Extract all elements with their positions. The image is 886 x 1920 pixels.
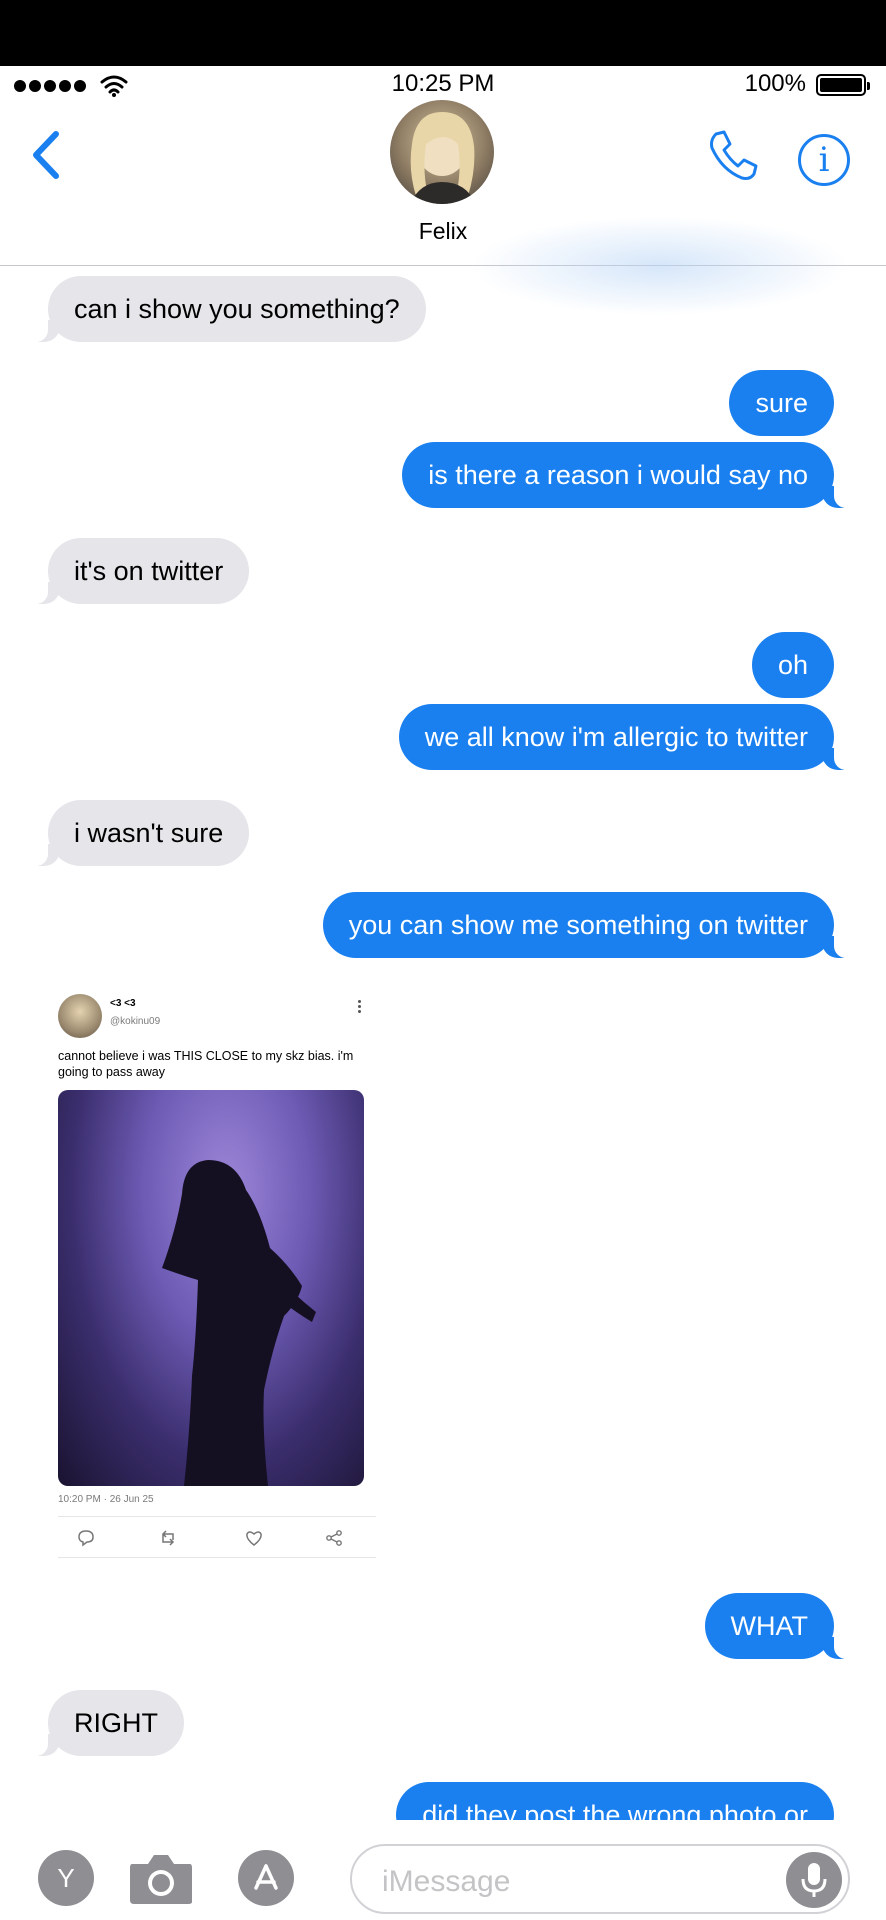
app-button[interactable]: Y — [38, 1850, 94, 1906]
retweet-icon[interactable] — [158, 1528, 178, 1548]
tweet-timestamp: 10:20 PM · 26 Jun 25 — [58, 1494, 154, 1505]
info-icon[interactable]: i — [798, 134, 850, 186]
avatar-photo — [410, 112, 476, 204]
message-bubble-outgoing[interactable]: WHAT — [704, 1593, 857, 1659]
phone-icon[interactable] — [704, 128, 760, 184]
share-icon[interactable] — [324, 1528, 344, 1548]
battery-icon — [816, 74, 870, 96]
message-bubble-outgoing[interactable]: is there a reason i would say no — [402, 442, 856, 508]
message-bubble-outgoing[interactable]: sure — [729, 370, 834, 436]
microphone-icon[interactable] — [786, 1852, 842, 1908]
microphone-glyph — [801, 1863, 827, 1897]
concert-silhouette-image — [162, 1160, 316, 1486]
imessage-placeholder: iMessage — [382, 1865, 511, 1898]
status-bar: 10:25 PM 100% — [0, 66, 886, 102]
camera-icon[interactable] — [128, 1850, 194, 1906]
tweet-avatar — [58, 994, 102, 1038]
message-bubble-outgoing[interactable]: we all know i'm allergic to twitter — [398, 704, 857, 770]
like-icon[interactable] — [244, 1528, 264, 1548]
more-options-icon — [358, 1000, 362, 1013]
tweet-text: cannot believe i was THIS CLOSE to my sk… — [58, 1049, 354, 1080]
contact-avatar[interactable] — [390, 100, 494, 204]
contact-name[interactable]: Felix — [0, 218, 886, 245]
reply-icon[interactable] — [76, 1528, 96, 1548]
tweet-actions-bar — [58, 1516, 376, 1558]
message-input-bar: Y iMessage — [0, 1820, 886, 1920]
battery-percentage: 100% — [744, 70, 806, 97]
message-bubble-incoming[interactable]: i wasn't sure — [25, 800, 250, 866]
imessage-field[interactable]: iMessage — [350, 1844, 850, 1914]
battery-fill — [820, 78, 862, 92]
app-store-glyph — [254, 1864, 278, 1890]
message-bubble-outgoing[interactable]: oh — [751, 632, 834, 698]
message-bubble-incoming[interactable]: RIGHT — [26, 1690, 184, 1756]
tweet-display-name: <3 <3 — [110, 998, 136, 1009]
tweet-screenshot[interactable]: <3 <3 @kokinu09 cannot believe i was THI… — [46, 982, 376, 1562]
tweet-photo — [58, 1090, 364, 1486]
top-black-bar — [0, 0, 886, 66]
tweet-handle: @kokinu09 — [110, 1016, 161, 1027]
message-bubble-incoming[interactable]: can i show you something? — [26, 276, 426, 342]
chevron-left-icon[interactable] — [26, 128, 66, 182]
app-store-icon[interactable] — [238, 1850, 294, 1906]
message-bubble-outgoing[interactable]: you can show me something on twitter — [322, 892, 857, 958]
message-bubble-incoming[interactable]: it's on twitter — [25, 538, 250, 604]
